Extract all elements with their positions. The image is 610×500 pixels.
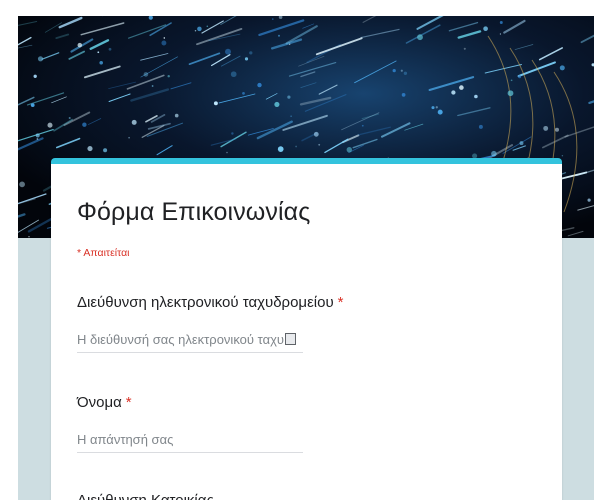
fiber-light-dot bbox=[400, 69, 403, 72]
email-question-text: Διεύθυνση ηλεκτρονικού ταχυδρομείου bbox=[77, 294, 334, 311]
fiber-light-dot bbox=[19, 181, 25, 188]
fiber-light-dot bbox=[77, 42, 83, 48]
fiber-light-dot bbox=[174, 113, 179, 118]
fiber-light-dot bbox=[499, 21, 503, 24]
fiber-light-dot bbox=[249, 51, 253, 55]
fiber-light-dot bbox=[287, 95, 291, 99]
fiber-light-dot bbox=[403, 71, 408, 75]
fiber-light-dot bbox=[33, 74, 37, 78]
fiber-light-dot bbox=[36, 138, 39, 140]
address-question-text: Διεύθυνση Κατοικίας bbox=[77, 492, 214, 500]
fiber-light-dot bbox=[543, 125, 549, 131]
fiber-light-dot bbox=[206, 25, 209, 27]
fiber-light-dot bbox=[510, 79, 513, 82]
fiber-light-dot bbox=[230, 71, 237, 78]
form-title: Φόρμα Επικοινωνίας bbox=[77, 198, 311, 226]
required-note: * Απαιτείται bbox=[77, 247, 130, 259]
fiber-light-dot bbox=[103, 148, 108, 153]
fiber-light-dot bbox=[561, 154, 564, 157]
fiber-light-dot bbox=[518, 75, 522, 79]
fiber-light-dot bbox=[559, 65, 565, 71]
fiber-light-dot bbox=[417, 34, 423, 41]
email-input[interactable]: Η διεύθυνσή σας ηλεκτρονικού ταχυ bbox=[77, 330, 303, 353]
fiber-light-dot bbox=[28, 236, 30, 238]
fiber-light-dot bbox=[225, 48, 231, 55]
fiber-light-dot bbox=[197, 26, 202, 32]
fiber-light-dot bbox=[257, 82, 262, 88]
name-question-text: Όνομα bbox=[77, 394, 122, 411]
fiber-light-dot bbox=[401, 93, 406, 97]
fiber-light-dot bbox=[194, 29, 197, 32]
fiber-light-dot bbox=[37, 56, 44, 62]
form-page: Φόρμα Επικοινωνίας * Απαιτείται Διεύθυνσ… bbox=[0, 0, 610, 500]
fiber-light-dot bbox=[295, 145, 297, 148]
fiber-light-dot bbox=[35, 133, 40, 138]
fiber-light-dot bbox=[587, 198, 591, 202]
fiber-light-dot bbox=[463, 47, 466, 50]
fiber-light-dot bbox=[161, 40, 167, 46]
fiber-light-dot bbox=[68, 116, 71, 120]
fiber-light-dot bbox=[108, 47, 112, 51]
fiber-light-dot bbox=[97, 51, 100, 54]
fiber-light-dot bbox=[499, 33, 501, 35]
fiber-light-dot bbox=[451, 90, 456, 95]
required-asterisk: * bbox=[337, 294, 344, 311]
name-input[interactable]: Η απάντησή σας bbox=[77, 430, 303, 453]
address-question-label: Διεύθυνση Κατοικίας bbox=[77, 492, 214, 500]
name-input-placeholder: Η απάντησή σας bbox=[77, 432, 174, 447]
fiber-light-dot bbox=[519, 141, 524, 146]
fiber-light-dot bbox=[242, 92, 245, 95]
fiber-light-dot bbox=[143, 72, 149, 77]
fiber-light-dot bbox=[87, 146, 93, 152]
fiber-light-dot bbox=[151, 85, 154, 87]
fiber-light-dot bbox=[346, 147, 352, 153]
fiber-light-dot bbox=[289, 43, 291, 45]
fiber-light-dot bbox=[47, 122, 53, 128]
fiber-light-dot bbox=[290, 115, 292, 117]
fiber-light-dot bbox=[392, 68, 396, 73]
fiber-light-dot bbox=[231, 132, 234, 135]
fiber-light-dot bbox=[459, 85, 464, 90]
fiber-light-dot bbox=[483, 26, 488, 32]
fiber-light-dot bbox=[313, 131, 319, 137]
fiber-light-dot bbox=[131, 119, 137, 125]
fiber-light-dot bbox=[226, 151, 228, 154]
fiber-light-dot bbox=[491, 150, 497, 157]
fiber-light-dot bbox=[318, 143, 321, 146]
fiber-light-dot bbox=[435, 106, 438, 109]
fiber-light-dot bbox=[244, 57, 249, 61]
fiber-light-dot bbox=[163, 37, 166, 39]
fiber-light-dot bbox=[554, 127, 560, 132]
fiber-light-dot bbox=[361, 124, 364, 127]
fiber-light-dot bbox=[274, 101, 280, 107]
required-asterisk: * bbox=[125, 394, 132, 411]
fiber-light-dot bbox=[167, 74, 170, 78]
email-input-placeholder: Η διεύθυνσή σας ηλεκτρονικού ταχυ bbox=[77, 332, 285, 347]
fiber-light-dot bbox=[213, 101, 218, 106]
name-question-label: Όνομα * bbox=[77, 394, 132, 411]
fiber-light-dot bbox=[437, 109, 443, 115]
fiber-light-dot bbox=[478, 124, 483, 129]
fiber-light-dot bbox=[507, 90, 514, 97]
fiber-light-dot bbox=[278, 34, 280, 37]
text-cursor-icon bbox=[285, 333, 297, 345]
fiber-light-dot bbox=[277, 146, 284, 152]
fiber-light-dot bbox=[30, 103, 35, 107]
fiber-light-dot bbox=[99, 61, 103, 65]
email-question-label: Διεύθυνση ηλεκτρονικού ταχυδρομείου * bbox=[77, 294, 343, 311]
fiber-light-dot bbox=[128, 136, 130, 139]
fiber-light-dot bbox=[82, 122, 87, 127]
fiber-light-dot bbox=[272, 18, 274, 20]
form-card: Φόρμα Επικοινωνίας * Απαιτείται Διεύθυνσ… bbox=[51, 158, 562, 500]
fiber-light-dot bbox=[431, 106, 435, 110]
fiber-light-dot bbox=[474, 94, 478, 99]
